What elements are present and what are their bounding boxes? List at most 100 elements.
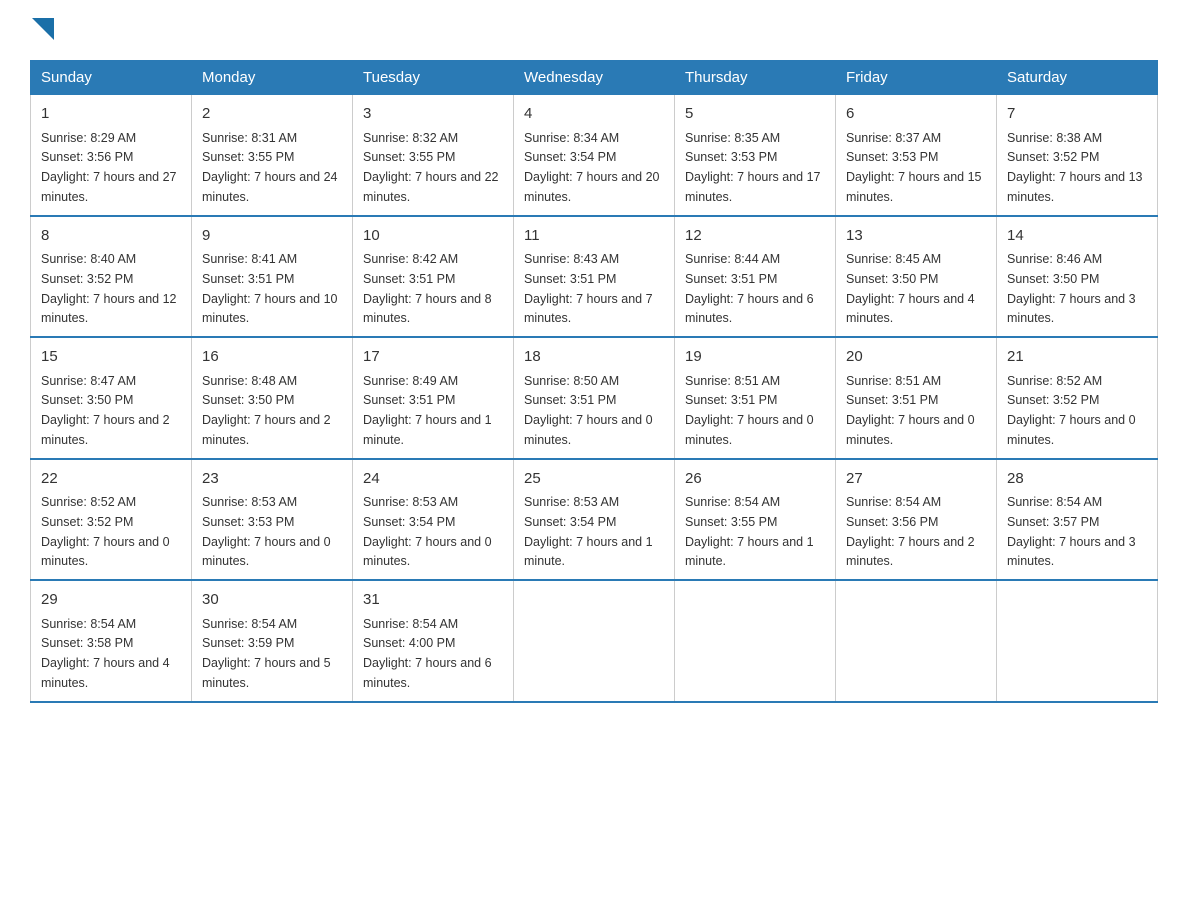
daylight-info: Daylight: 7 hours and 4 minutes.: [41, 656, 170, 690]
sunset-info: Sunset: 3:54 PM: [363, 515, 455, 529]
day-cell: [675, 580, 836, 702]
day-number: 7: [1007, 103, 1147, 126]
sunrise-info: Sunrise: 8:40 AM: [41, 252, 136, 266]
day-cell: 19 Sunrise: 8:51 AM Sunset: 3:51 PM Dayl…: [675, 337, 836, 459]
sunrise-info: Sunrise: 8:54 AM: [685, 495, 780, 509]
day-number: 6: [846, 103, 986, 126]
day-cell: 16 Sunrise: 8:48 AM Sunset: 3:50 PM Dayl…: [192, 337, 353, 459]
sunset-info: Sunset: 3:51 PM: [524, 272, 616, 286]
day-cell: 14 Sunrise: 8:46 AM Sunset: 3:50 PM Dayl…: [997, 216, 1158, 338]
sunset-info: Sunset: 3:51 PM: [685, 393, 777, 407]
sunset-info: Sunset: 3:55 PM: [685, 515, 777, 529]
sunrise-info: Sunrise: 8:48 AM: [202, 374, 297, 388]
sunset-info: Sunset: 3:54 PM: [524, 150, 616, 164]
daylight-info: Daylight: 7 hours and 7 minutes.: [524, 292, 653, 326]
sunrise-info: Sunrise: 8:44 AM: [685, 252, 780, 266]
sunset-info: Sunset: 3:54 PM: [524, 515, 616, 529]
day-cell: 13 Sunrise: 8:45 AM Sunset: 3:50 PM Dayl…: [836, 216, 997, 338]
sunset-info: Sunset: 3:52 PM: [41, 272, 133, 286]
day-cell: 9 Sunrise: 8:41 AM Sunset: 3:51 PM Dayli…: [192, 216, 353, 338]
sunrise-info: Sunrise: 8:32 AM: [363, 131, 458, 145]
daylight-info: Daylight: 7 hours and 0 minutes.: [202, 535, 331, 569]
daylight-info: Daylight: 7 hours and 2 minutes.: [202, 413, 331, 447]
sunset-info: Sunset: 3:50 PM: [41, 393, 133, 407]
daylight-info: Daylight: 7 hours and 2 minutes.: [41, 413, 170, 447]
daylight-info: Daylight: 7 hours and 3 minutes.: [1007, 535, 1136, 569]
day-number: 4: [524, 103, 664, 126]
day-cell: 30 Sunrise: 8:54 AM Sunset: 3:59 PM Dayl…: [192, 580, 353, 702]
sunrise-info: Sunrise: 8:49 AM: [363, 374, 458, 388]
sunrise-info: Sunrise: 8:43 AM: [524, 252, 619, 266]
daylight-info: Daylight: 7 hours and 12 minutes.: [41, 292, 177, 326]
sunrise-info: Sunrise: 8:29 AM: [41, 131, 136, 145]
day-cell: [997, 580, 1158, 702]
sunset-info: Sunset: 3:56 PM: [41, 150, 133, 164]
sunrise-info: Sunrise: 8:51 AM: [846, 374, 941, 388]
day-cell: 2 Sunrise: 8:31 AM Sunset: 3:55 PM Dayli…: [192, 95, 353, 216]
sunset-info: Sunset: 3:53 PM: [202, 515, 294, 529]
sunset-info: Sunset: 3:57 PM: [1007, 515, 1099, 529]
sunrise-info: Sunrise: 8:34 AM: [524, 131, 619, 145]
week-row-4: 22 Sunrise: 8:52 AM Sunset: 3:52 PM Dayl…: [31, 459, 1158, 581]
day-number: 9: [202, 225, 342, 248]
day-number: 16: [202, 346, 342, 369]
day-number: 28: [1007, 468, 1147, 491]
day-number: 15: [41, 346, 181, 369]
day-cell: 17 Sunrise: 8:49 AM Sunset: 3:51 PM Dayl…: [353, 337, 514, 459]
sunset-info: Sunset: 3:50 PM: [846, 272, 938, 286]
day-number: 8: [41, 225, 181, 248]
day-cell: 23 Sunrise: 8:53 AM Sunset: 3:53 PM Dayl…: [192, 459, 353, 581]
daylight-info: Daylight: 7 hours and 0 minutes.: [846, 413, 975, 447]
sunset-info: Sunset: 3:51 PM: [846, 393, 938, 407]
day-number: 2: [202, 103, 342, 126]
daylight-info: Daylight: 7 hours and 8 minutes.: [363, 292, 492, 326]
day-number: 31: [363, 589, 503, 612]
week-row-3: 15 Sunrise: 8:47 AM Sunset: 3:50 PM Dayl…: [31, 337, 1158, 459]
sunset-info: Sunset: 3:56 PM: [846, 515, 938, 529]
daylight-info: Daylight: 7 hours and 27 minutes.: [41, 170, 177, 204]
day-number: 17: [363, 346, 503, 369]
header-cell-thursday: Thursday: [675, 61, 836, 95]
day-number: 1: [41, 103, 181, 126]
daylight-info: Daylight: 7 hours and 6 minutes.: [685, 292, 814, 326]
day-number: 5: [685, 103, 825, 126]
day-cell: 18 Sunrise: 8:50 AM Sunset: 3:51 PM Dayl…: [514, 337, 675, 459]
day-cell: 4 Sunrise: 8:34 AM Sunset: 3:54 PM Dayli…: [514, 95, 675, 216]
sunrise-info: Sunrise: 8:45 AM: [846, 252, 941, 266]
day-cell: 12 Sunrise: 8:44 AM Sunset: 3:51 PM Dayl…: [675, 216, 836, 338]
day-number: 26: [685, 468, 825, 491]
day-number: 21: [1007, 346, 1147, 369]
sunrise-info: Sunrise: 8:38 AM: [1007, 131, 1102, 145]
sunrise-info: Sunrise: 8:31 AM: [202, 131, 297, 145]
sunrise-info: Sunrise: 8:54 AM: [1007, 495, 1102, 509]
sunset-info: Sunset: 3:51 PM: [363, 272, 455, 286]
daylight-info: Daylight: 7 hours and 20 minutes.: [524, 170, 660, 204]
sunset-info: Sunset: 3:52 PM: [1007, 150, 1099, 164]
day-cell: 29 Sunrise: 8:54 AM Sunset: 3:58 PM Dayl…: [31, 580, 192, 702]
sunset-info: Sunset: 3:55 PM: [363, 150, 455, 164]
sunrise-info: Sunrise: 8:47 AM: [41, 374, 136, 388]
daylight-info: Daylight: 7 hours and 4 minutes.: [846, 292, 975, 326]
sunrise-info: Sunrise: 8:37 AM: [846, 131, 941, 145]
day-cell: 15 Sunrise: 8:47 AM Sunset: 3:50 PM Dayl…: [31, 337, 192, 459]
day-number: 14: [1007, 225, 1147, 248]
daylight-info: Daylight: 7 hours and 6 minutes.: [363, 656, 492, 690]
sunrise-info: Sunrise: 8:53 AM: [202, 495, 297, 509]
week-row-2: 8 Sunrise: 8:40 AM Sunset: 3:52 PM Dayli…: [31, 216, 1158, 338]
sunset-info: Sunset: 3:51 PM: [363, 393, 455, 407]
day-cell: [836, 580, 997, 702]
daylight-info: Daylight: 7 hours and 1 minute.: [363, 413, 492, 447]
week-row-1: 1 Sunrise: 8:29 AM Sunset: 3:56 PM Dayli…: [31, 95, 1158, 216]
calendar-table: SundayMondayTuesdayWednesdayThursdayFrid…: [30, 60, 1158, 703]
sunrise-info: Sunrise: 8:46 AM: [1007, 252, 1102, 266]
daylight-info: Daylight: 7 hours and 10 minutes.: [202, 292, 338, 326]
day-number: 27: [846, 468, 986, 491]
logo-triangle-icon: [32, 18, 54, 40]
sunrise-info: Sunrise: 8:52 AM: [41, 495, 136, 509]
sunrise-info: Sunrise: 8:51 AM: [685, 374, 780, 388]
daylight-info: Daylight: 7 hours and 2 minutes.: [846, 535, 975, 569]
sunrise-info: Sunrise: 8:54 AM: [363, 617, 458, 631]
sunrise-info: Sunrise: 8:53 AM: [363, 495, 458, 509]
sunrise-info: Sunrise: 8:53 AM: [524, 495, 619, 509]
sunrise-info: Sunrise: 8:54 AM: [202, 617, 297, 631]
